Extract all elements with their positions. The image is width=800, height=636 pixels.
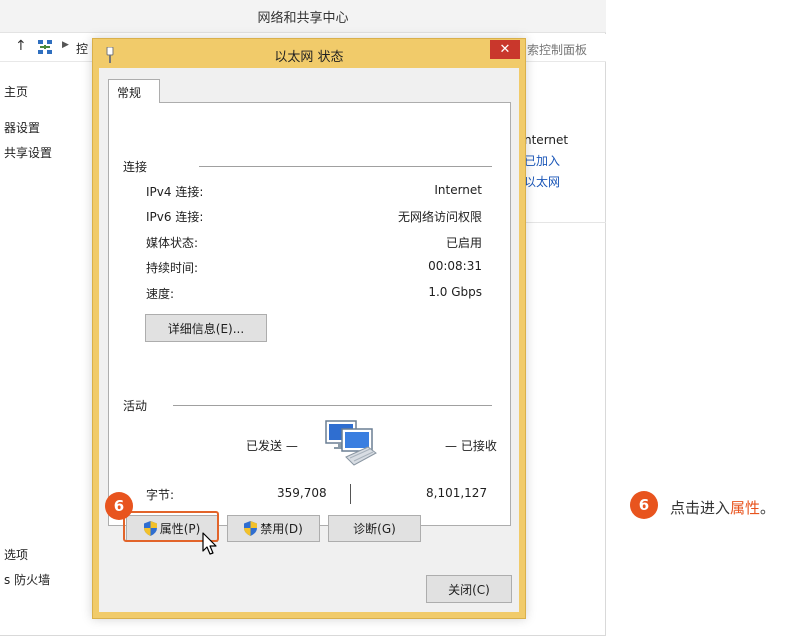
access-type-value: nternet [524,133,569,147]
ipv4-label: IPv4 连接: [146,185,204,199]
instruction-highlight: 属性 [730,499,761,517]
bytes-sent-value: 359,708 [277,486,327,500]
search-box[interactable]: 索控制面板 [514,38,606,58]
connection-group-label: 连接 [123,160,148,174]
ethernet-link[interactable]: 以太网 [524,173,560,190]
up-arrow-icon[interactable]: ↑ [15,38,27,54]
connection-group-line [199,166,492,167]
network-computers-icon [325,420,377,466]
breadcrumb-chevron-icon[interactable]: ▶ [62,40,69,50]
nav-home-link[interactable]: 主页 [4,83,28,100]
bytes-divider [350,484,351,504]
homegroup-link[interactable]: 已加入 [524,152,560,169]
instruction-text: 点击进入 [670,499,731,517]
nav-sharing-settings-link[interactable]: 共享设置 [4,144,52,161]
step-badge: 6 [105,492,133,520]
activity-group-line [173,405,492,406]
close-button[interactable]: 关闭(C) [426,575,512,603]
speed-label: 速度: [146,287,175,301]
bytes-received-value: 8,101,127 [426,486,488,500]
divider [514,222,606,223]
step-badge-legend: 6 [630,491,658,519]
tab-page-general: 连接 IPv4 连接: Internet IPv6 连接: 无网络访问权限 媒体… [108,102,511,526]
bg-titlebar: 网络和共享中心 [0,0,606,33]
duration-value: 00:08:31 [428,259,482,273]
network-icon [38,40,52,54]
uac-shield-icon [244,521,258,536]
received-label: — 已接收 [445,439,497,453]
nav-options-link[interactable]: 选项 [4,546,28,563]
ipv6-value: 无网络访问权限 [397,210,482,224]
speed-value: 1.0 Gbps [428,285,482,299]
ipv6-label: IPv6 连接: [146,210,204,224]
dialog-title: 以太网 状态 [274,50,344,65]
disable-button-label: 禁用(D) [260,522,303,536]
bg-window-title: 网络和共享中心 [257,11,349,26]
duration-label: 持续时间: [146,261,199,275]
disable-button[interactable]: 禁用(D) [227,515,320,542]
instruction-suffix: 。 [760,499,776,517]
tab-general[interactable]: 常规 [108,79,160,103]
mouse-cursor-icon [202,532,217,555]
nav-firewall-link[interactable]: s 防火墙 [4,571,50,588]
sent-label: 已发送 — [246,439,298,453]
details-button[interactable]: 详细信息(E)... [145,314,267,342]
ipv4-value: Internet [434,183,482,197]
media-state-value: 已启用 [445,236,482,250]
nav-adapter-settings-link[interactable]: 器设置 [4,119,40,136]
close-icon[interactable]: ✕ [490,40,520,59]
diagnose-button[interactable]: 诊断(G) [328,515,421,542]
breadcrumb[interactable]: 控 [76,40,88,57]
media-state-label: 媒体状态: [146,236,199,250]
search-placeholder: 索控制面板 [527,43,588,57]
activity-group-label: 活动 [123,399,148,413]
step-instruction: 点击进入属性。 [670,497,775,518]
bytes-label: 字节: [146,488,175,502]
